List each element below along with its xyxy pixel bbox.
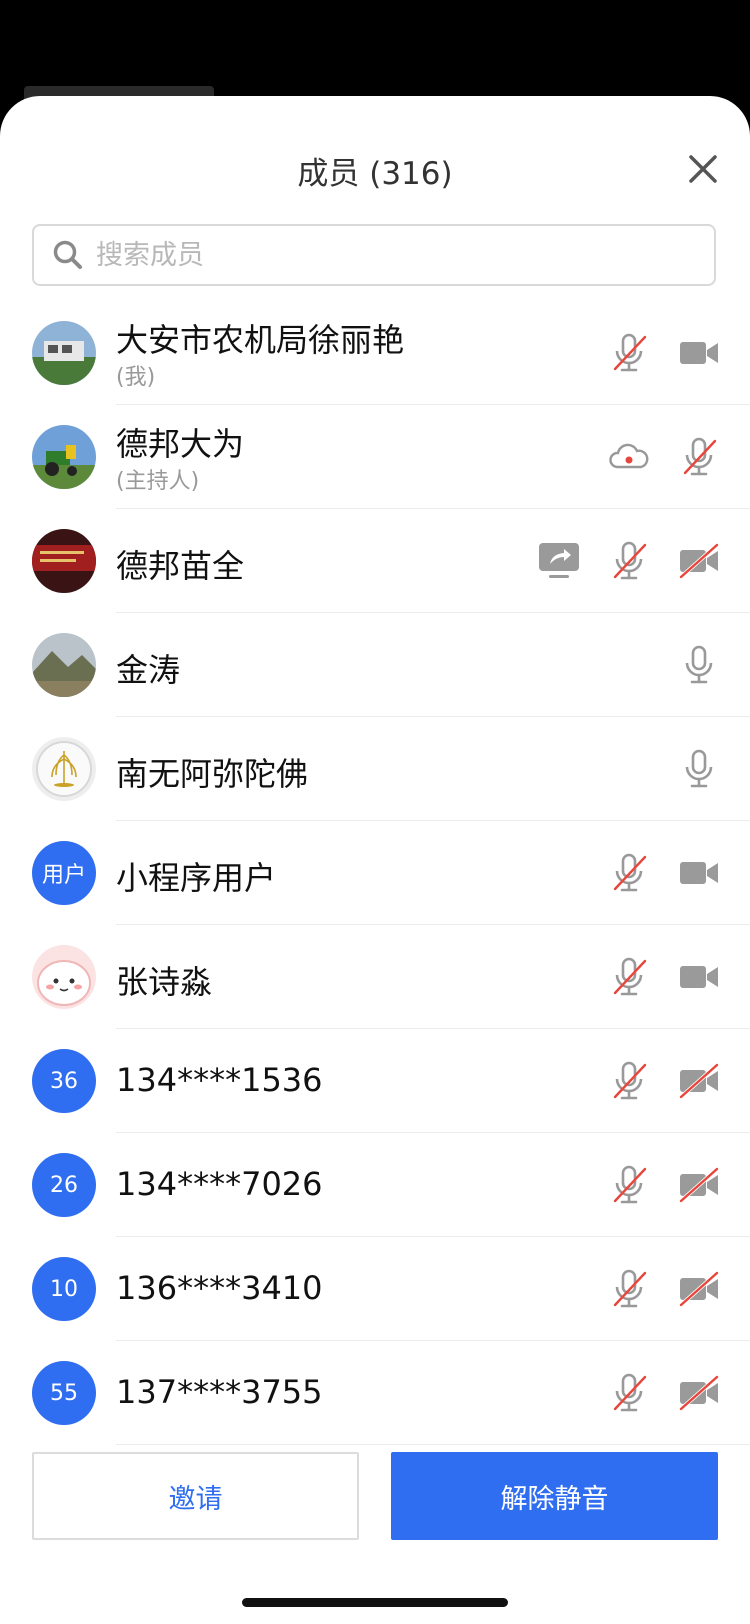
member-row[interactable]: 55 137****3755 (0, 1341, 750, 1445)
invite-button[interactable]: 邀请 (32, 1452, 359, 1540)
member-row[interactable]: 金涛 (0, 613, 750, 717)
mic-icon[interactable] (677, 643, 721, 687)
video-icon[interactable] (677, 331, 721, 375)
members-sheet: 成员 (316) 大安市农机局徐丽艳 (我) 德邦大为 (主持人) 德邦苗全金涛南无阿弥… (0, 96, 750, 1624)
member-row[interactable]: 26 134****7026 (0, 1133, 750, 1237)
member-name: 德邦大为 (116, 425, 245, 463)
mic-muted-icon[interactable] (607, 955, 651, 999)
avatar (32, 737, 96, 801)
screen-share-icon[interactable] (537, 539, 581, 583)
page-title: 成员 (316) (297, 156, 453, 192)
close-icon[interactable] (686, 152, 720, 186)
avatar (32, 425, 96, 489)
search-box[interactable] (32, 224, 716, 286)
avatar: 55 (32, 1361, 96, 1425)
mic-muted-icon[interactable] (607, 1371, 651, 1415)
avatar-text: 用户 (41, 863, 86, 888)
member-role: (主持人) (116, 469, 200, 494)
sheet-header: 成员 (316) (0, 96, 750, 286)
mic-muted-icon[interactable] (607, 1267, 651, 1311)
video-off-icon[interactable] (677, 1371, 721, 1415)
avatar-text: 55 (50, 1380, 78, 1406)
avatar-text: 26 (50, 1172, 78, 1198)
avatar-text: 36 (50, 1068, 78, 1094)
member-name: 136****3410 (116, 1269, 323, 1307)
member-row[interactable]: 德邦苗全 (0, 509, 750, 613)
avatar (32, 321, 96, 385)
member-row[interactable]: 用户 小程序用户 (0, 821, 750, 925)
member-row[interactable]: 张诗淼 (0, 925, 750, 1029)
mic-muted-icon[interactable] (607, 539, 651, 583)
avatar: 10 (32, 1257, 96, 1321)
member-name: 大安市农机局徐丽艳 (116, 321, 405, 359)
avatar (32, 945, 96, 1009)
mic-muted-icon[interactable] (677, 435, 721, 479)
video-off-icon[interactable] (677, 539, 721, 583)
member-row[interactable]: 南无阿弥陀佛 (0, 717, 750, 821)
row-divider (116, 1444, 750, 1445)
member-list: 大安市农机局徐丽艳 (我) 德邦大为 (主持人) 德邦苗全金涛南无阿弥陀佛用户 小程序用户… (0, 301, 750, 1445)
member-role: (我) (116, 365, 156, 390)
avatar: 26 (32, 1153, 96, 1217)
member-row[interactable]: 36 134****1536 (0, 1029, 750, 1133)
video-off-icon[interactable] (677, 1163, 721, 1207)
member-name: 小程序用户 (116, 859, 277, 897)
avatar-text: 10 (50, 1276, 78, 1302)
member-name: 金涛 (116, 651, 181, 689)
video-icon[interactable] (677, 851, 721, 895)
member-name: 134****7026 (116, 1165, 323, 1203)
video-icon[interactable] (677, 955, 721, 999)
member-name: 张诗淼 (116, 963, 213, 1001)
avatar (32, 633, 96, 697)
avatar: 用户 (32, 841, 96, 905)
cloud-record-icon[interactable] (607, 435, 651, 479)
mic-muted-icon[interactable] (607, 851, 651, 895)
avatar: 36 (32, 1049, 96, 1113)
avatar (32, 529, 96, 593)
search-icon (53, 240, 82, 269)
member-name: 德邦苗全 (116, 547, 245, 585)
mic-muted-icon[interactable] (607, 1059, 651, 1103)
mic-muted-icon[interactable] (607, 1163, 651, 1207)
mic-icon[interactable] (677, 747, 721, 791)
unmute-button[interactable]: 解除静音 (391, 1452, 718, 1540)
member-row[interactable]: 大安市农机局徐丽艳 (我) (0, 301, 750, 405)
member-name: 134****1536 (116, 1061, 323, 1099)
member-row[interactable]: 10 136****3410 (0, 1237, 750, 1341)
search-input[interactable] (94, 238, 658, 272)
mic-muted-icon[interactable] (607, 331, 651, 375)
video-off-icon[interactable] (677, 1267, 721, 1311)
member-name: 南无阿弥陀佛 (116, 755, 309, 793)
home-indicator (242, 1598, 508, 1607)
member-name: 137****3755 (116, 1373, 323, 1411)
member-row[interactable]: 德邦大为 (主持人) (0, 405, 750, 509)
video-off-icon[interactable] (677, 1059, 721, 1103)
